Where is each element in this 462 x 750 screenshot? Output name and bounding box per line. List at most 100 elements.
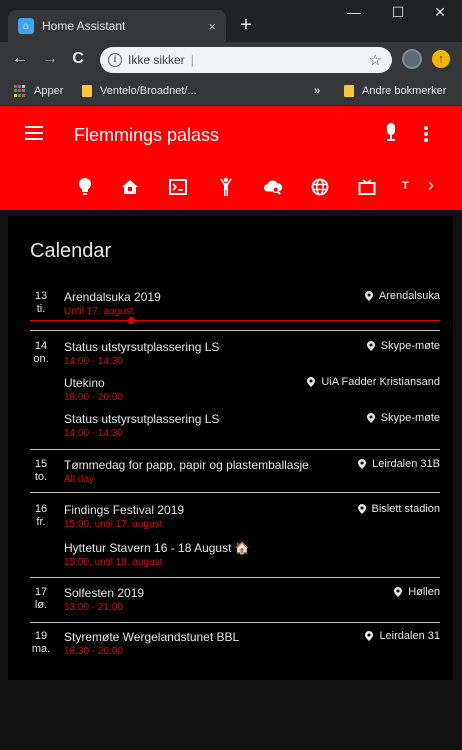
- folder-icon: [344, 85, 354, 97]
- cloud-search-icon[interactable]: [263, 177, 283, 197]
- bookmark-star-icon[interactable]: ☆: [369, 51, 382, 69]
- event-location: Leirdalen 31: [365, 630, 440, 642]
- current-time-line: [30, 320, 440, 321]
- event-time: 14:00 - 14:30: [64, 356, 123, 367]
- day-number: 14: [34, 340, 48, 352]
- map-marker-icon: [366, 413, 375, 423]
- security-status: Ikke sikker: [128, 53, 185, 67]
- chevron-right-icon[interactable]: ›: [428, 175, 434, 196]
- event-time: 15:00, until 17. august: [64, 519, 163, 530]
- event-time: 18:00 - 20:00: [64, 392, 123, 403]
- calendar-event[interactable]: Status utstyrsutplassering LS 14:00 - 14…: [64, 412, 440, 439]
- address-separator: |: [190, 53, 194, 67]
- bookmark-apps[interactable]: Apper: [14, 85, 63, 97]
- tab-close-icon[interactable]: ×: [208, 19, 216, 34]
- location-text: Høllen: [408, 586, 440, 598]
- calendar-event[interactable]: Status utstyrsutplassering LS 14:00 - 14…: [64, 340, 440, 367]
- reload-button[interactable]: C: [68, 50, 88, 68]
- day-number: 19: [34, 630, 48, 642]
- lightbulb-icon[interactable]: [75, 177, 95, 197]
- event-location: UiA Fadder Kristiansand: [307, 376, 440, 388]
- tab-title: Home Assistant: [42, 19, 126, 33]
- day-weekday: fr.: [36, 516, 46, 528]
- map-marker-icon: [394, 587, 403, 597]
- other-bookmarks[interactable]: Andre bokmerker: [344, 85, 446, 97]
- event-time: Until 17. august: [64, 306, 134, 317]
- console-icon[interactable]: [168, 177, 188, 197]
- bookmark-ventelo[interactable]: Ventelo/Broadnet/...: [82, 85, 197, 97]
- location-text: Leirdalen 31B: [372, 458, 440, 470]
- address-bar[interactable]: i Ikke sikker | ☆: [100, 47, 392, 73]
- web-icon[interactable]: [310, 177, 330, 197]
- event-title: Solfesten 2019: [64, 586, 145, 600]
- location-text: Skype-møte: [380, 412, 440, 424]
- day-weekday: ma.: [31, 643, 51, 655]
- day-date: 16 fr.: [30, 503, 52, 529]
- calendar-event[interactable]: Solfesten 2019 13:00 - 21:00 Høllen: [64, 586, 440, 613]
- human-icon[interactable]: [216, 177, 236, 197]
- info-icon[interactable]: i: [108, 53, 122, 67]
- bookmark-label: Apper: [34, 85, 64, 97]
- map-marker-icon: [366, 341, 375, 351]
- event-time: 13:00 - 21:00: [64, 602, 123, 613]
- page-title: Flemmings palass: [74, 125, 220, 145]
- update-icon[interactable]: ↑: [432, 50, 450, 68]
- menu-icon[interactable]: [25, 126, 43, 140]
- day-number: 17: [34, 586, 48, 598]
- bookmark-label: Ventelo/Broadnet/...: [100, 85, 197, 97]
- new-tab-button[interactable]: +: [234, 14, 258, 38]
- event-location: Skype-møte: [366, 412, 440, 424]
- day-divider: [30, 577, 440, 578]
- home-assistant-favicon-icon: ⌂: [18, 18, 34, 34]
- event-location: Bislett stadion: [357, 503, 440, 515]
- maximize-button[interactable]: ☐: [378, 4, 418, 21]
- day-weekday: lø.: [34, 599, 48, 611]
- calendar-event[interactable]: Arendalsuka 2019 Until 17. august Arenda…: [64, 290, 440, 317]
- home-alert-icon[interactable]: [120, 177, 140, 197]
- day-number: 16: [34, 503, 48, 515]
- location-text: UiA Fadder Kristiansand: [321, 376, 440, 388]
- event-time: 18:30 - 20:00: [64, 646, 123, 657]
- profile-avatar[interactable]: [402, 49, 422, 69]
- forward-button[interactable]: →: [40, 50, 60, 68]
- map-marker-icon: [307, 377, 316, 387]
- day-divider: [30, 449, 440, 450]
- minimize-button[interactable]: —: [334, 4, 374, 20]
- location-text: Leirdalen 31: [379, 630, 440, 642]
- bookmarks-bar: Apper Ventelo/Broadnet/... » Andre bokme…: [0, 78, 462, 106]
- event-title: Hyttetur Stavern 16 - 18 August 🏠: [64, 541, 250, 555]
- event-time: 15:00, until 18. august: [64, 557, 163, 568]
- map-marker-icon: [365, 631, 374, 641]
- more-options-icon[interactable]: [424, 126, 428, 142]
- day-date: 19 ma.: [30, 630, 52, 656]
- back-button[interactable]: ←: [10, 50, 30, 68]
- bookmarks-overflow-button[interactable]: »: [314, 85, 320, 97]
- close-window-button[interactable]: ✕: [420, 4, 460, 21]
- microphone-icon[interactable]: [386, 123, 396, 143]
- map-marker-icon: [357, 504, 366, 514]
- tab-text-t[interactable]: T: [402, 180, 409, 192]
- event-location: Arendalsuka: [364, 290, 440, 302]
- browser-titlebar: ⌂ Home Assistant × + — ☐ ✕: [0, 0, 462, 42]
- location-text: Arendalsuka: [378, 290, 440, 302]
- current-time-dot: [128, 317, 135, 324]
- card-title: Calendar: [30, 240, 112, 262]
- view-tabs: T ›: [0, 168, 462, 204]
- day-date: 17 lø.: [30, 586, 52, 612]
- calendar-event[interactable]: Findings Festival 2019 15:00, until 17. …: [64, 503, 440, 530]
- browser-tab[interactable]: ⌂ Home Assistant ×: [8, 10, 226, 42]
- calendar-event[interactable]: Utekino 18:00 - 20:00 UiA Fadder Kristia…: [64, 376, 440, 403]
- map-marker-icon: [358, 459, 367, 469]
- event-time: 14:00 - 14:30: [64, 428, 123, 439]
- calendar-card: Calendar 13 ti. Arendalsuka 2019 Until 1…: [8, 216, 453, 680]
- calendar-event[interactable]: Tømmedag for papp, papir og plastemballa…: [64, 458, 440, 485]
- event-location: Skype-møte: [366, 340, 440, 352]
- tv-icon[interactable]: [357, 177, 377, 197]
- day-weekday: ti.: [36, 303, 46, 315]
- day-date: 14 on.: [30, 340, 52, 366]
- day-weekday: on.: [33, 353, 49, 365]
- app-header: Flemmings palass T ›: [0, 106, 462, 210]
- calendar-event[interactable]: Hyttetur Stavern 16 - 18 August 🏠 15:00,…: [64, 541, 440, 568]
- calendar-event[interactable]: Styremøte Wergelandstunet BBL 18:30 - 20…: [64, 630, 440, 657]
- day-date: 15 to.: [30, 458, 52, 484]
